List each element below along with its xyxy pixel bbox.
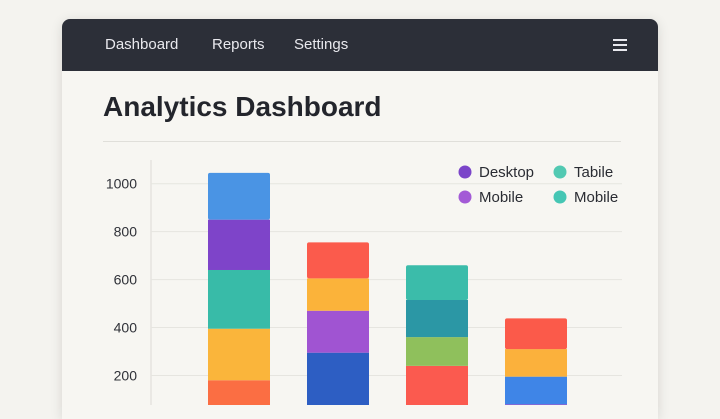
bar-2-segment-1 xyxy=(307,352,369,405)
legend-swatch xyxy=(553,190,567,204)
bar-3-segment-4 xyxy=(406,265,468,300)
y-tick-label: 600 xyxy=(114,272,138,288)
legend-label: Desktop xyxy=(479,164,534,181)
bar-1-segment-3 xyxy=(208,269,270,329)
bar-3-segment-3 xyxy=(406,299,468,338)
legend-label: Mobile xyxy=(574,189,618,206)
y-tick-label: 800 xyxy=(114,224,138,240)
bar-4-segment-2 xyxy=(505,376,567,405)
legend-label: Tabile xyxy=(574,164,613,181)
bar-1-segment-5 xyxy=(208,172,270,220)
legend-swatch xyxy=(458,165,472,179)
y-tick-label: 200 xyxy=(114,367,138,383)
bar-2-segment-2 xyxy=(307,310,369,353)
bar-3-segment-1 xyxy=(406,365,468,405)
legend-label: Mobile xyxy=(479,189,523,206)
stacked-bar-chart: 200 400 600 800 1000 Desktop Tabile Mobile Mobil… xyxy=(106,160,622,405)
bar-1-segment-2 xyxy=(208,328,270,381)
bar-3-segment-2 xyxy=(406,337,468,366)
bar-2-segment-3 xyxy=(307,278,369,311)
legend-swatch xyxy=(553,165,567,179)
y-tick-label: 1000 xyxy=(106,176,137,192)
bar-1-segment-4 xyxy=(208,219,270,270)
bar-2-segment-4 xyxy=(307,242,369,279)
bar-4-segment-3 xyxy=(505,349,567,377)
bar-4-segment-4 xyxy=(505,318,567,350)
y-tick-label: 400 xyxy=(114,320,138,336)
bar-1-segment-1 xyxy=(208,380,270,405)
legend-swatch xyxy=(458,190,472,204)
